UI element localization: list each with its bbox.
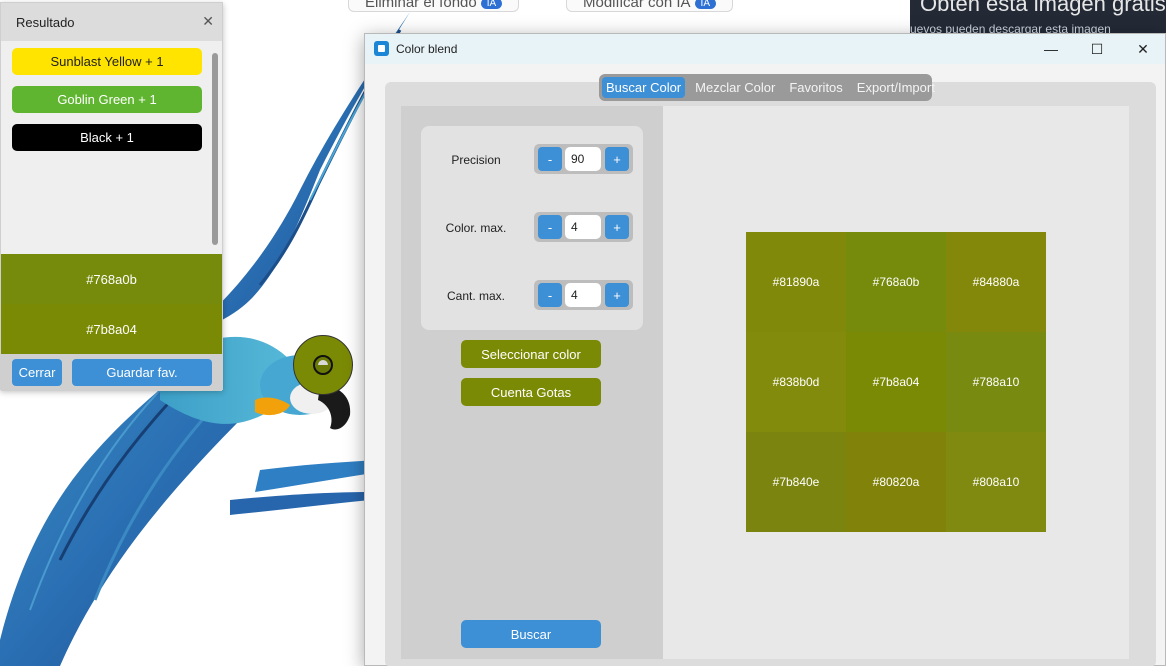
promo-panel: Obtén esta imagen gratis uevos pueden de… xyxy=(910,0,1166,36)
color-blend-window: Color blend — ☐ ✕ Buscar Color Mezclar C… xyxy=(364,33,1166,666)
parameters-card: Precision - + Color. max. - + xyxy=(421,126,643,330)
save-favorite-button[interactable]: Guardar fav. xyxy=(72,359,212,386)
color-cell[interactable]: #838b0d xyxy=(746,332,846,432)
controls-column: Precision - + Color. max. - + xyxy=(401,106,663,659)
cant-max-stepper: - + xyxy=(534,280,633,310)
ia-badge: IA xyxy=(480,0,503,9)
cant-max-row: Cant. max. - + xyxy=(421,280,643,314)
result-scrollbar[interactable] xyxy=(212,53,218,245)
decrement-button[interactable]: - xyxy=(538,283,562,307)
color-grid: #81890a #768a0b #84880a #838b0d #7b8a04 #788a… xyxy=(746,232,1046,532)
increment-button[interactable]: + xyxy=(605,215,629,239)
close-icon[interactable]: ✕ xyxy=(202,13,214,30)
color-max-label: Color. max. xyxy=(445,221,507,235)
main-content: Buscar Color Mezclar Color Favoritos Exp… xyxy=(385,74,1156,666)
color-cell[interactable]: #7b840e xyxy=(746,432,846,532)
color-grid-panel: #81890a #768a0b #84880a #838b0d #7b8a04 #788a… xyxy=(663,106,1129,659)
tab-favoritos[interactable]: Favoritos xyxy=(785,77,846,98)
result-swatch[interactable]: #768a0b xyxy=(1,254,222,304)
cant-max-label: Cant. max. xyxy=(446,289,506,303)
color-cell[interactable]: #808a10 xyxy=(946,432,1046,532)
color-cell[interactable]: #7b8a04 xyxy=(846,332,946,432)
tab-buscar-color[interactable]: Buscar Color xyxy=(602,77,686,98)
precision-stepper: - + xyxy=(534,144,633,174)
maximize-icon[interactable]: ☐ xyxy=(1074,34,1120,64)
result-list: Sunblast Yellow + 1 Goblin Green + 1 Bla… xyxy=(1,41,222,254)
close-button[interactable]: Cerrar xyxy=(12,359,62,386)
result-panel-title: Resultado xyxy=(16,14,75,30)
result-swatch[interactable]: #7b8a04 xyxy=(1,304,222,354)
cant-max-input[interactable] xyxy=(565,283,601,307)
precision-input[interactable] xyxy=(565,147,601,171)
eyedropper-cursor xyxy=(293,335,353,395)
result-panel: Resultado ✕ Sunblast Yellow + 1 Goblin G… xyxy=(0,2,223,391)
app-icon xyxy=(374,41,389,56)
color-cell[interactable]: #788a10 xyxy=(946,332,1046,432)
tab-bar: Buscar Color Mezclar Color Favoritos Exp… xyxy=(599,74,935,101)
color-cell[interactable]: #80820a xyxy=(846,432,946,532)
list-item[interactable]: Goblin Green + 1 xyxy=(12,86,202,113)
increment-button[interactable]: + xyxy=(605,283,629,307)
color-cell[interactable]: #81890a xyxy=(746,232,846,332)
ia-badge: IA xyxy=(694,0,716,9)
tab-export-import[interactable]: Export/Import xyxy=(853,77,939,98)
minimize-icon[interactable]: — xyxy=(1028,34,1074,64)
promo-title: Obtén esta imagen gratis xyxy=(920,0,1166,16)
decrement-button[interactable]: - xyxy=(538,147,562,171)
window-close-icon[interactable]: ✕ xyxy=(1120,34,1166,64)
search-button[interactable]: Buscar xyxy=(461,620,601,648)
tab-mezclar-color[interactable]: Mezclar Color xyxy=(691,77,779,98)
window-title: Color blend xyxy=(396,42,458,56)
color-max-row: Color. max. - + xyxy=(421,212,643,246)
precision-label: Precision xyxy=(451,153,501,167)
color-cell[interactable]: #84880a xyxy=(946,232,1046,332)
list-item[interactable]: Black + 1 xyxy=(12,124,202,151)
color-cell[interactable]: #768a0b xyxy=(846,232,946,332)
modify-with-ai-button[interactable]: Modificar con IA IA xyxy=(566,0,733,12)
color-max-stepper: - + xyxy=(534,212,633,242)
eyedropper-lens-icon xyxy=(313,355,333,375)
eyedropper-button[interactable]: Cuenta Gotas xyxy=(461,378,601,406)
increment-button[interactable]: + xyxy=(605,147,629,171)
precision-row: Precision - + xyxy=(421,144,643,178)
list-item[interactable]: Sunblast Yellow + 1 xyxy=(12,48,202,75)
select-color-button[interactable]: Seleccionar color xyxy=(461,340,601,368)
result-panel-header: Resultado ✕ xyxy=(1,3,222,41)
result-footer: Cerrar Guardar fav. xyxy=(1,354,222,391)
color-max-input[interactable] xyxy=(565,215,601,239)
title-bar[interactable]: Color blend — ☐ ✕ xyxy=(365,34,1165,64)
decrement-button[interactable]: - xyxy=(538,215,562,239)
